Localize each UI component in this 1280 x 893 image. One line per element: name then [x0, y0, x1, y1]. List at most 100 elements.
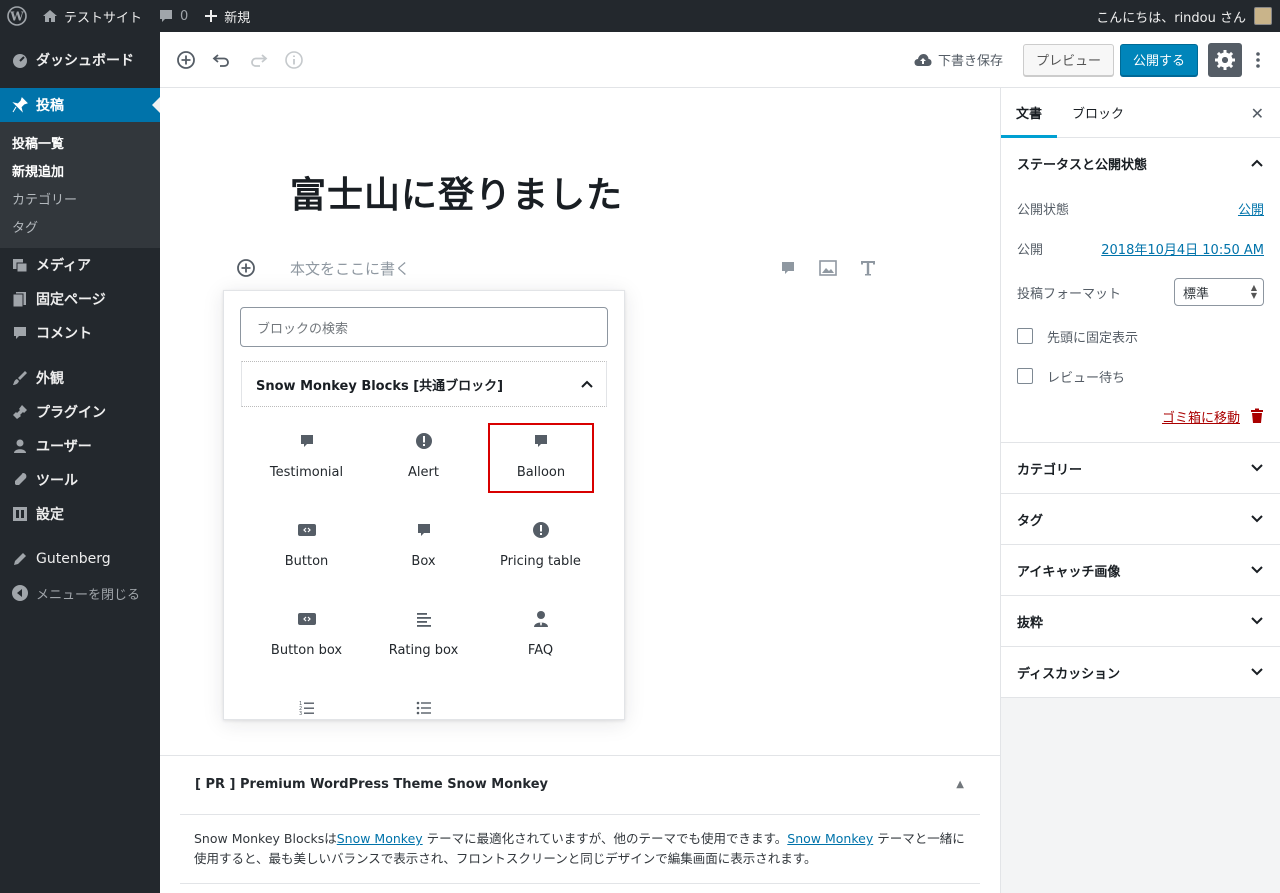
speech-bubble-icon: [416, 518, 432, 542]
tab-block[interactable]: ブロック: [1057, 88, 1139, 138]
my-account-link[interactable]: こんにちは、rindou さん: [1088, 0, 1280, 32]
chevron-down-icon: [1250, 514, 1264, 524]
block-step[interactable]: 123: [248, 688, 365, 719]
block-category-panel-toggle[interactable]: Snow Monkey Blocks [共通ブロック]: [241, 361, 607, 407]
menu-collapse[interactable]: メニューを閉じる: [0, 576, 160, 610]
comments-link[interactable]: 0: [150, 0, 196, 32]
close-icon[interactable]: ✕: [1251, 104, 1264, 123]
pr-text: テーマに最適化されていますが、他のテーマでも使用できます。: [422, 831, 788, 846]
snow-monkey-link[interactable]: Snow Monkey: [337, 831, 423, 846]
pr-metabox-title: [ PR ] Premium WordPress Theme Snow Monk…: [195, 777, 548, 792]
undo-button[interactable]: [204, 42, 240, 78]
block-label: Balloon: [516, 465, 566, 480]
menu-pages[interactable]: 固定ページ: [0, 282, 160, 316]
preview-button[interactable]: プレビュー: [1022, 43, 1114, 76]
editor-header: 下書き保存 プレビュー 公開する: [160, 32, 1280, 88]
categories-panel[interactable]: カテゴリー: [1001, 443, 1280, 494]
submenu-categories[interactable]: カテゴリー: [0, 184, 160, 212]
avatar: [1254, 7, 1272, 25]
svg-text:W: W: [9, 10, 24, 24]
visibility-toggle[interactable]: 公開: [1238, 199, 1264, 218]
chevron-down-icon: [1250, 565, 1264, 575]
user-icon: [10, 436, 30, 456]
block-pricing-table[interactable]: Pricing table: [482, 510, 599, 586]
submenu-tags[interactable]: タグ: [0, 212, 160, 240]
settings-sidebar: 文書 ブロック ✕ ステータスと公開状態 公開状態 公開 公開 2018年10月…: [1000, 88, 1280, 893]
site-name: テストサイト: [64, 10, 143, 26]
tab-document[interactable]: 文書: [1001, 88, 1058, 138]
site-name-link[interactable]: テストサイト: [34, 0, 150, 32]
excerpt-panel[interactable]: 抜粋: [1001, 596, 1280, 647]
menu-dashboard[interactable]: ダッシュボード: [0, 43, 160, 77]
block-button-box[interactable]: Button box: [248, 599, 365, 675]
brush-icon: [10, 368, 30, 388]
trash-icon: [1251, 408, 1263, 423]
post-title[interactable]: 富士山に登りました: [290, 166, 623, 218]
discussion-panel[interactable]: ディスカッション: [1001, 647, 1280, 698]
button-icon: [297, 518, 317, 542]
block-balloon[interactable]: Balloon: [488, 423, 594, 493]
home-icon: [42, 8, 58, 24]
block-rating-box[interactable]: Rating box: [365, 599, 482, 675]
chevron-up-icon: [580, 379, 594, 389]
submenu-add-new[interactable]: 新規追加: [0, 156, 160, 184]
block-label: Rating box: [388, 643, 459, 658]
tags-panel[interactable]: タグ: [1001, 494, 1280, 545]
block-faq[interactable]: FAQ: [482, 599, 599, 675]
visibility-label: 公開状態: [1017, 202, 1070, 218]
menu-plugins[interactable]: プラグイン: [0, 395, 160, 429]
menu-comments[interactable]: コメント: [0, 316, 160, 350]
sidebar-tabs: 文書 ブロック ✕: [1001, 88, 1280, 138]
menu-media[interactable]: メディア: [0, 248, 160, 282]
post-format-select[interactable]: 標準 ▲ ▼: [1174, 278, 1264, 306]
cloud-upload-icon: [914, 53, 932, 66]
menu-appearance[interactable]: 外観: [0, 361, 160, 395]
media-icon: [10, 255, 30, 275]
featured-image-panel[interactable]: アイキャッチ画像: [1001, 545, 1280, 596]
snow-monkey-link[interactable]: Snow Monkey: [787, 831, 873, 846]
person-icon: [533, 607, 549, 631]
status-panel-toggle[interactable]: ステータスと公開状態: [1001, 138, 1280, 188]
block-testimonial[interactable]: Testimonial: [248, 421, 365, 497]
collapse-triangle-icon[interactable]: ▲: [956, 779, 964, 790]
block-list[interactable]: [365, 688, 482, 719]
menu-tools[interactable]: ツール: [0, 463, 160, 497]
more-menu-button[interactable]: [1246, 43, 1270, 77]
shortcut-balloon-button[interactable]: [768, 256, 808, 280]
block-box[interactable]: Box: [365, 510, 482, 586]
block-button[interactable]: Button: [248, 510, 365, 586]
add-block-button[interactable]: [168, 42, 204, 78]
tags-panel-title: タグ: [1017, 513, 1044, 529]
submenu-all-posts[interactable]: 投稿一覧: [0, 128, 160, 156]
pending-review-checkbox[interactable]: [1017, 368, 1033, 384]
pr-metabox-header[interactable]: [ PR ] Premium WordPress Theme Snow Monk…: [180, 755, 980, 815]
menu-posts[interactable]: 投稿: [0, 88, 160, 122]
categories-panel-title: カテゴリー: [1017, 462, 1083, 478]
shortcut-image-button[interactable]: [808, 256, 848, 280]
block-search-input[interactable]: ブロックの検索: [240, 307, 608, 347]
publish-date-toggle[interactable]: 2018年10月4日 10:50 AM: [1101, 239, 1264, 258]
comments-icon: [10, 323, 30, 343]
shortcut-heading-button[interactable]: [848, 256, 888, 280]
settings-toggle-button[interactable]: [1208, 42, 1242, 77]
block-alert[interactable]: Alert: [365, 421, 482, 497]
paragraph-placeholder[interactable]: 本文をここに書く: [290, 258, 410, 279]
new-content-link[interactable]: 新規: [196, 0, 258, 32]
menu-settings[interactable]: 設定: [0, 497, 160, 531]
block-label: Pricing table: [500, 554, 581, 569]
publish-button[interactable]: 公開する: [1119, 43, 1198, 76]
menu-users[interactable]: ユーザー: [0, 429, 160, 463]
speech-bubble-icon: [299, 429, 315, 453]
admin-bar: W テストサイト 0 新規 こんにちは、rindou さん: [0, 0, 1280, 32]
menu-pages-label: 固定ページ: [36, 292, 106, 308]
info-button[interactable]: [276, 42, 312, 78]
move-to-trash-link[interactable]: ゴミ箱に移動: [1162, 407, 1240, 426]
settings-icon: [10, 504, 30, 524]
save-draft-button[interactable]: 下書き保存: [914, 50, 1003, 69]
info-icon: [285, 50, 303, 69]
inline-inserter-button[interactable]: [234, 256, 258, 280]
wordpress-logo-icon[interactable]: W: [0, 0, 34, 32]
menu-gutenberg[interactable]: Gutenberg: [0, 542, 160, 576]
redo-button[interactable]: [240, 42, 276, 78]
sticky-checkbox[interactable]: [1017, 328, 1033, 344]
